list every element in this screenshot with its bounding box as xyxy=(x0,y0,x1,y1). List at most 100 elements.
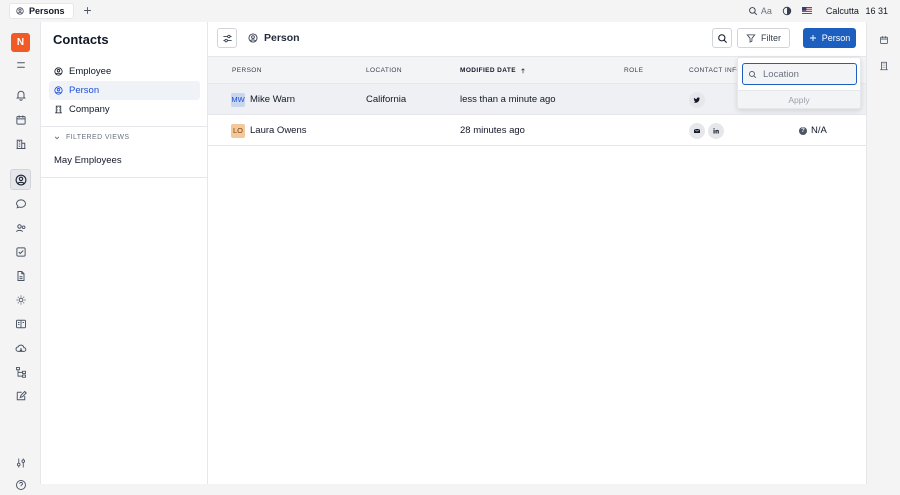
filter-icon xyxy=(746,34,756,43)
twitter-link[interactable] xyxy=(689,91,705,108)
rail-knowledge[interactable] xyxy=(10,313,31,334)
language-selector[interactable] xyxy=(801,7,812,14)
column-header-role[interactable]: ROLE xyxy=(624,67,643,74)
email-link[interactable] xyxy=(689,122,705,139)
tab-persons[interactable]: Persons xyxy=(9,2,74,19)
page-title: Person xyxy=(248,32,300,44)
person-cell[interactable]: MW Mike Warn xyxy=(231,84,295,115)
cloud-icon xyxy=(15,344,26,352)
user-circle-icon xyxy=(16,6,24,15)
font-size-toggle[interactable]: Aa xyxy=(761,6,772,16)
modified-date-cell: 28 minutes ago xyxy=(460,125,525,136)
sidebar-item-label: Company xyxy=(69,104,110,115)
sidebar-divider xyxy=(41,177,207,178)
top-bar: Persons Aa Calcutta 16 31 xyxy=(0,0,900,21)
rail-calendar[interactable] xyxy=(10,109,31,130)
chat-icon xyxy=(15,198,26,209)
filter-button[interactable]: Filter xyxy=(737,28,790,48)
column-header-contact-info[interactable]: CONTACT INFO xyxy=(689,67,742,74)
location-search-field[interactable] xyxy=(742,63,857,85)
us-flag-icon xyxy=(801,7,812,14)
plus-icon xyxy=(809,35,816,41)
rail-notifications[interactable] xyxy=(10,84,31,105)
add-person-button[interactable]: Person xyxy=(803,28,856,48)
building-icon[interactable] xyxy=(879,61,889,71)
mail-icon xyxy=(694,128,700,133)
search-button[interactable]: Aa xyxy=(748,6,772,16)
user-circle-icon xyxy=(54,67,63,76)
rail-documents[interactable] xyxy=(10,265,31,286)
building-icon xyxy=(16,139,25,149)
search-button[interactable] xyxy=(712,28,732,48)
question-icon: ? xyxy=(799,126,807,135)
avatar: LO xyxy=(231,123,245,138)
user-circle-icon xyxy=(15,174,26,185)
clock-city: Calcutta xyxy=(825,5,859,16)
sidebar-item-employee[interactable]: Employee xyxy=(49,62,200,81)
rail-contacts[interactable] xyxy=(10,169,31,190)
rail-cloud[interactable] xyxy=(10,337,31,358)
extra-value: N/A xyxy=(811,125,827,136)
contrast-icon xyxy=(782,6,792,15)
view-settings-button[interactable] xyxy=(217,28,237,48)
table-row[interactable]: LO Laura Owens 28 minutes ago ? N/A xyxy=(208,115,866,146)
rail-help[interactable] xyxy=(10,474,31,495)
section-title: FILTERED VIEWS xyxy=(66,134,130,141)
rail-settings[interactable] xyxy=(10,452,31,473)
column-header-modified-date[interactable]: MODIFIED DATE xyxy=(460,67,526,74)
menu-button[interactable] xyxy=(10,54,31,75)
contact-info-cell xyxy=(689,84,708,115)
sidebar-item-company[interactable]: Company xyxy=(49,100,200,119)
clock-time: 16 31 xyxy=(865,5,888,16)
person-cell[interactable]: LO Laura Owens xyxy=(231,115,307,146)
column-header-location[interactable]: LOCATION xyxy=(366,67,402,74)
column-header-label: MODIFIED DATE xyxy=(460,67,516,74)
filtered-views-header[interactable]: FILTERED VIEWS xyxy=(54,134,129,141)
new-tab-button[interactable] xyxy=(82,5,94,17)
right-rail xyxy=(866,22,900,484)
sidebar-item-label: Person xyxy=(69,85,100,96)
sidebar-view-may-employees[interactable]: May Employees xyxy=(49,151,200,170)
rail-tasks[interactable] xyxy=(10,241,31,262)
file-icon xyxy=(17,270,24,281)
apply-button[interactable]: Apply xyxy=(738,90,860,108)
sidebar-title: Contacts xyxy=(53,32,109,47)
theme-toggle[interactable] xyxy=(782,6,792,16)
column-header-person[interactable]: PERSON xyxy=(232,67,262,74)
plus-icon xyxy=(84,7,91,14)
workspace-logo[interactable]: N xyxy=(11,33,30,52)
modified-date-cell: less than a minute ago xyxy=(460,94,556,105)
workflow-icon xyxy=(15,366,26,378)
linkedin-link[interactable] xyxy=(708,122,724,139)
page-title-label: Person xyxy=(264,32,300,44)
person-name: Laura Owens xyxy=(250,125,307,136)
contact-info-cell xyxy=(689,115,727,146)
rail-notes[interactable] xyxy=(10,385,31,406)
sliders-icon xyxy=(222,34,232,42)
linkedin-icon xyxy=(713,127,719,133)
rail-team[interactable] xyxy=(10,217,31,238)
sidebar-view-label: May Employees xyxy=(54,155,122,166)
add-label: Person xyxy=(821,33,851,43)
calendar-icon xyxy=(15,115,26,125)
sidebar-item-label: Employee xyxy=(69,66,112,77)
search-icon xyxy=(717,33,727,43)
edit-icon xyxy=(16,390,27,400)
left-rail: N xyxy=(0,22,41,490)
rail-companies[interactable] xyxy=(10,133,31,154)
sidebar-divider xyxy=(41,126,207,127)
menu-icon xyxy=(16,61,25,68)
location-search-input[interactable] xyxy=(763,68,855,80)
sun-icon xyxy=(16,295,25,304)
sidebar-item-person[interactable]: Person xyxy=(49,81,200,100)
location-cell[interactable]: California xyxy=(366,84,406,115)
calendar-icon[interactable] xyxy=(879,35,889,45)
person-name: Mike Warn xyxy=(250,94,296,105)
rail-messages[interactable] xyxy=(10,193,31,214)
tab-label: Persons xyxy=(29,5,65,16)
user-circle-icon xyxy=(54,86,63,95)
rail-ideas[interactable] xyxy=(10,289,31,310)
filter-label: Filter xyxy=(761,33,781,43)
rail-workflows[interactable] xyxy=(10,361,31,382)
building-icon xyxy=(55,105,62,114)
